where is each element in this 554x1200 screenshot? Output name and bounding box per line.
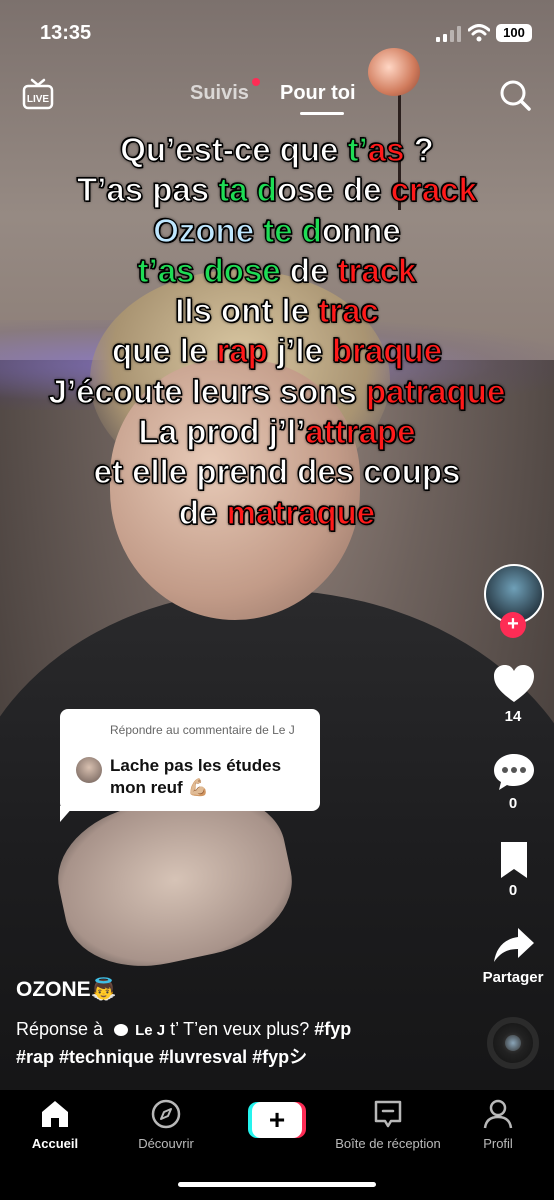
lyrics-overlay: Qu’est-ce que t’as ? T’as pas ta dose de … — [0, 130, 554, 533]
bookmark-count: 0 — [508, 882, 518, 899]
bookmark-icon[interactable] — [498, 840, 530, 880]
nav-inbox-label: Boîte de réception — [335, 1136, 441, 1151]
lyric-segment: trac — [318, 292, 380, 330]
lyric-segment: dose — [203, 251, 281, 289]
bottom-navigation: Accueil Découvrir + Boîte de réception P… — [0, 1090, 554, 1200]
lyric-segment: de — [178, 493, 227, 531]
status-bar: 13:35 100 — [0, 0, 554, 64]
nav-inbox[interactable]: Boîte de réception — [327, 1098, 449, 1151]
lyric-segment — [194, 252, 203, 289]
lyric-segment: Ozone — [153, 211, 255, 249]
wifi-icon — [468, 24, 490, 42]
lyric-line: de matraque — [0, 493, 554, 533]
music-disc[interactable] — [487, 1017, 539, 1069]
lyric-segment: track — [337, 251, 417, 289]
active-tab-indicator — [300, 112, 344, 115]
nav-discover-label: Découvrir — [138, 1136, 194, 1151]
lyric-segment: T’as pas — [76, 171, 219, 209]
lyric-line: Qu’est-ce que t’as ? — [0, 130, 554, 170]
nav-profile-label: Profil — [483, 1136, 513, 1151]
comment-count: 0 — [508, 795, 518, 812]
lyric-segment: braque — [331, 332, 443, 370]
lyric-segment: de — [280, 251, 338, 289]
lyric-line: T’as pas ta dose de crack — [0, 170, 554, 210]
lyric-line: La prod j’l’attrape — [0, 412, 554, 452]
status-time: 13:35 — [40, 22, 92, 44]
commenter-avatar — [76, 757, 102, 783]
share-icon[interactable] — [492, 926, 536, 966]
like-count: 14 — [504, 708, 522, 725]
lyric-segment: rap — [216, 332, 269, 370]
caption-text: Réponse à Le J t’ T’en veux plus? #fyp #… — [16, 1016, 476, 1071]
lyric-segment: Qu’est-ce que — [120, 130, 348, 168]
battery-icon: 100 — [496, 24, 532, 42]
reply-header: Répondre au commentaire de Le J — [110, 723, 295, 737]
lyric-segment: j’le — [267, 332, 333, 370]
share-label[interactable]: Partager — [470, 969, 554, 986]
top-navigation: LIVE Suivis Pour toi — [0, 72, 554, 118]
lyric-segment: Ils ont le — [175, 292, 319, 330]
lyric-segment: La prod j’l’ — [138, 412, 306, 451]
search-icon[interactable] — [498, 78, 532, 112]
compass-icon — [151, 1099, 181, 1129]
lyric-segment: crack — [390, 171, 477, 209]
tab-following[interactable]: Suivis — [190, 82, 249, 105]
caption-body: t’ T’en veux plus? — [170, 1019, 310, 1039]
lyric-segment — [248, 171, 257, 208]
reply-comment-text: Lache pas les études mon reuf 💪🏼 — [110, 756, 282, 797]
heart-icon[interactable] — [492, 664, 536, 704]
lyric-segment: d — [301, 211, 322, 249]
tab-for-you[interactable]: Pour toi — [280, 82, 356, 105]
lyric-segment: matraque — [226, 493, 376, 531]
nav-profile[interactable]: Profil — [438, 1098, 554, 1151]
inbox-icon — [374, 1100, 402, 1128]
lyric-segment — [293, 212, 302, 249]
comment-icon[interactable] — [492, 752, 536, 792]
lyric-segment: te — [263, 211, 294, 249]
reply-sticker-tail — [60, 806, 74, 822]
follow-button[interactable]: + — [500, 612, 526, 638]
lyric-line: et elle prend des coups — [0, 452, 554, 492]
nav-discover[interactable]: Découvrir — [106, 1098, 226, 1151]
profile-icon — [483, 1099, 513, 1129]
lyric-segment: d — [256, 171, 277, 209]
notification-dot — [252, 78, 260, 86]
lyric-segment: J’écoute leurs sons — [48, 372, 366, 410]
svg-text:LIVE: LIVE — [27, 94, 50, 105]
video-caption: OZONE👼 Réponse à Le J t’ T’en veux plus?… — [16, 978, 476, 1071]
lyric-segment: que le — [111, 332, 217, 370]
chat-bubble-icon — [114, 1024, 129, 1037]
lyric-line: t’as dose de track — [0, 251, 554, 291]
lyric-segment: et elle prend des coups — [93, 453, 461, 491]
hashtag-fyp[interactable]: #fyp — [314, 1019, 351, 1039]
create-button[interactable]: + — [248, 1102, 306, 1138]
comment-reply-sticker[interactable]: Répondre au commentaire de Le J Lache pa… — [60, 709, 320, 811]
lyric-segment: ose de — [276, 171, 391, 209]
lyric-segment: t’ — [347, 130, 368, 168]
mention-link[interactable]: Le J — [135, 1022, 165, 1039]
nav-home-label: Accueil — [31, 1136, 79, 1151]
creator-username[interactable]: OZONE👼 — [16, 978, 476, 1002]
lyric-segment: ta — [218, 171, 249, 209]
lyric-line: Ozone te donne — [0, 211, 554, 251]
lyric-segment: ? — [404, 130, 434, 168]
lyric-segment: patraque — [365, 372, 506, 410]
lyric-line: que le rap j’le braque — [0, 331, 554, 371]
lyric-line: J’écoute leurs sons patraque — [0, 372, 554, 412]
home-icon — [42, 1101, 68, 1127]
lyric-segment: onne — [321, 211, 401, 249]
hashtags[interactable]: #rap #technique #luvresval #fypシ — [16, 1047, 307, 1067]
lyric-segment: t’as — [137, 251, 195, 289]
lyric-line: Ils ont le trac — [0, 291, 554, 331]
home-indicator — [178, 1182, 376, 1187]
lyric-segment: as — [367, 130, 405, 168]
lyric-segment — [254, 212, 263, 249]
reply-prefix: Réponse à — [16, 1019, 104, 1039]
lyric-segment: attrape — [305, 412, 416, 451]
nav-home[interactable]: Accueil — [0, 1098, 115, 1151]
cellular-signal-icon — [436, 26, 461, 42]
create-plus-icon: + — [252, 1102, 302, 1138]
music-disc-center — [505, 1035, 521, 1051]
live-icon[interactable]: LIVE — [22, 78, 54, 110]
